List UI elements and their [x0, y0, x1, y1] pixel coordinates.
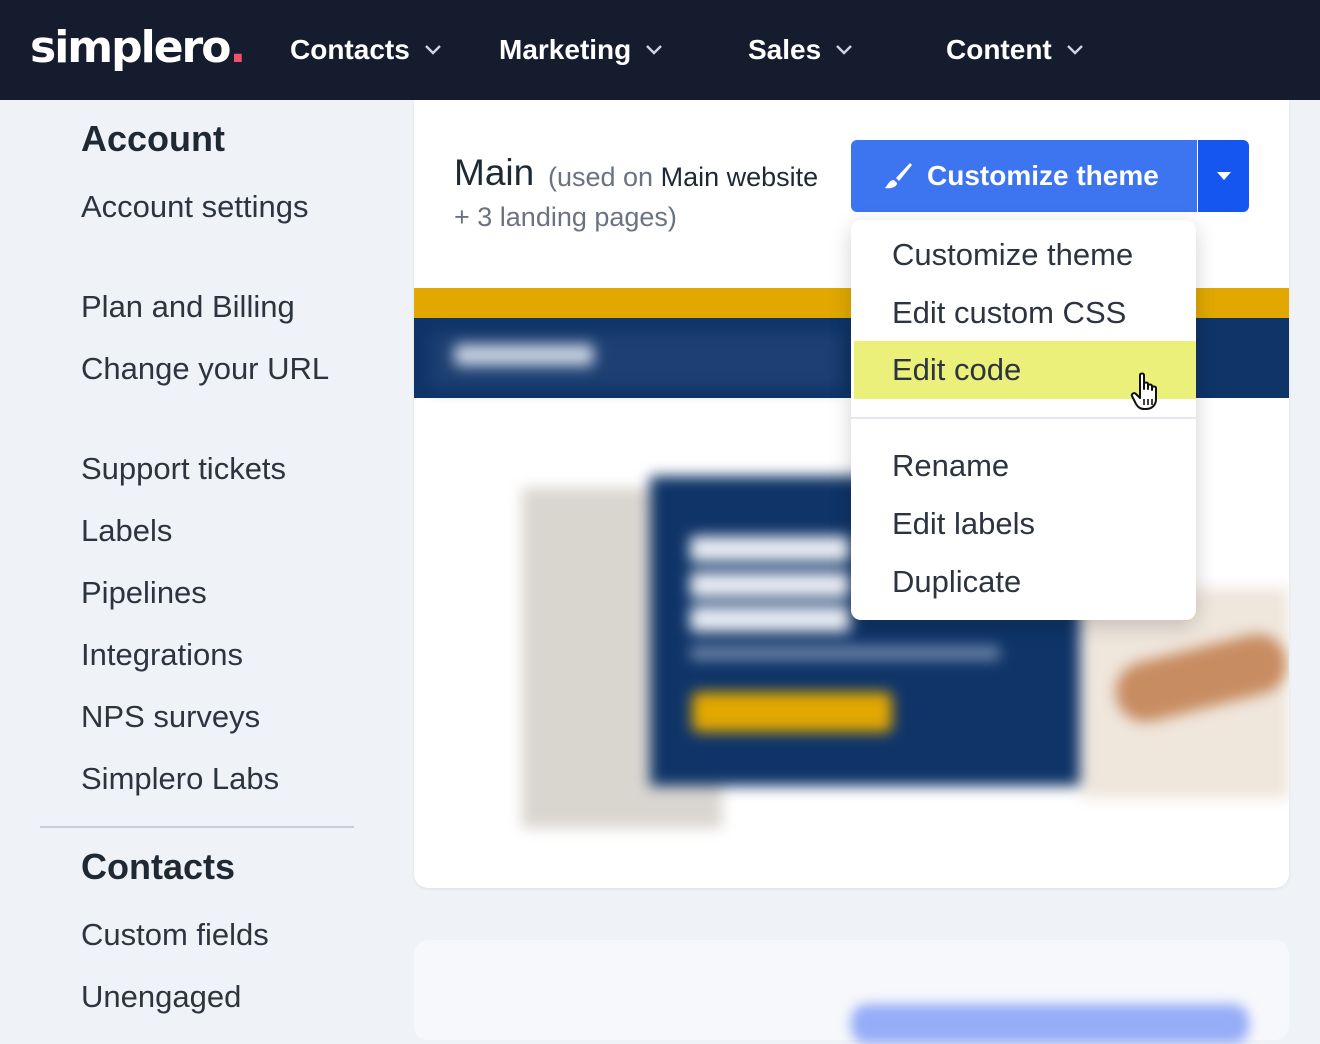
- customize-theme-label: Customize theme: [927, 160, 1159, 191]
- simplero-logo[interactable]: simplero.: [30, 20, 246, 76]
- sidebar-item-support-tickets[interactable]: Support tickets: [81, 450, 341, 488]
- sidebar-item-unengaged[interactable]: Unengaged: [81, 978, 341, 1016]
- sidebar-item-nps-surveys[interactable]: NPS surveys: [81, 698, 341, 736]
- sidebar-item-change-url[interactable]: Change your URL: [81, 350, 341, 388]
- sidebar-item-simplero-labs[interactable]: Simplero Labs: [81, 760, 341, 798]
- nav-sales-label: Sales: [748, 34, 822, 65]
- menu-item-customize-theme[interactable]: Customize theme: [851, 226, 1196, 284]
- sidebar-section-title-account: Account: [81, 118, 225, 159]
- nav-contacts[interactable]: Contacts: [290, 30, 442, 70]
- top-navbar: simplero. Contacts Marketing Sales Conte…: [0, 0, 1320, 100]
- menu-item-edit-labels[interactable]: Edit labels: [851, 495, 1196, 553]
- menu-item-edit-custom-css[interactable]: Edit custom CSS: [851, 284, 1196, 342]
- nav-contacts-label: Contacts: [290, 34, 410, 65]
- nav-marketing-label: Marketing: [499, 34, 632, 65]
- menu-item-rename[interactable]: Rename: [851, 437, 1196, 495]
- next-theme-button[interactable]: [851, 1004, 1249, 1044]
- sidebar-item-custom-fields[interactable]: Custom fields: [81, 916, 341, 954]
- customize-theme-button[interactable]: Customize theme: [851, 140, 1197, 212]
- nav-marketing[interactable]: Marketing: [499, 30, 663, 70]
- nav-content-label: Content: [946, 34, 1052, 65]
- paintbrush-icon: [883, 161, 913, 191]
- theme-usage: (used on Main website: [548, 162, 819, 192]
- hand-pointer-cursor-icon: [1130, 372, 1164, 417]
- sidebar-item-account-settings[interactable]: Account settings: [81, 188, 341, 226]
- theme-name: Main: [454, 152, 535, 193]
- nav-sales[interactable]: Sales: [748, 30, 853, 70]
- caret-down-icon: [1216, 172, 1231, 180]
- chevron-down-icon: [646, 45, 663, 55]
- sidebar-item-integrations[interactable]: Integrations: [81, 636, 341, 674]
- theme-actions-dropdown: Customize theme Edit custom CSS Edit cod…: [851, 220, 1196, 620]
- sidebar-section-title-contacts: Contacts: [81, 846, 236, 887]
- menu-item-duplicate[interactable]: Duplicate: [851, 553, 1196, 611]
- customize-theme-dropdown-toggle[interactable]: [1198, 140, 1249, 212]
- menu-divider: [851, 417, 1196, 419]
- chevron-down-icon: [1066, 45, 1083, 55]
- sidebar-item-plan-and-billing[interactable]: Plan and Billing: [81, 288, 341, 326]
- sidebar-item-pipelines[interactable]: Pipelines: [81, 574, 341, 612]
- sidebar-item-labels[interactable]: Labels: [81, 512, 341, 550]
- chevron-down-icon: [836, 45, 853, 55]
- nav-content[interactable]: Content: [946, 30, 1084, 70]
- sidebar-divider: [40, 826, 354, 828]
- theme-usage-site: Main website: [660, 162, 819, 192]
- chevron-down-icon: [424, 45, 441, 55]
- theme-usage-landing-pages: + 3 landing pages): [454, 202, 677, 232]
